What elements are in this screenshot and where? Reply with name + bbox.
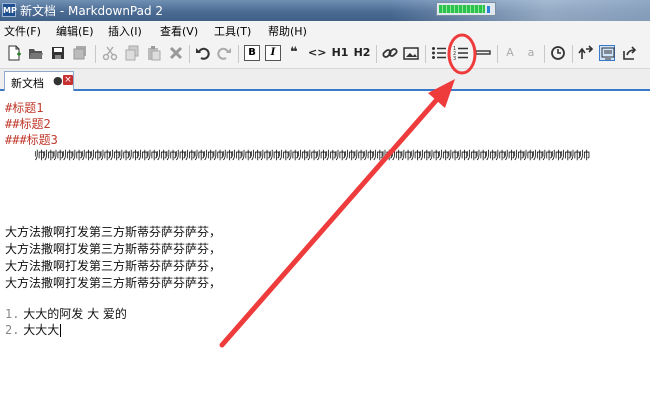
copy-icon[interactable] — [124, 45, 140, 61]
menu-help[interactable]: 帮助(H) — [268, 23, 307, 39]
repeated-text-line: 帅帅帅帅帅帅帅帅帅帅帅帅帅帅帅帅帅帅帅帅帅帅帅帅帅帅帅帅帅帅帅帅帅帅帅帅帅帅帅帅… — [34, 149, 590, 162]
heading-line-2: ##标题2 — [5, 117, 51, 131]
toolbar-separator — [189, 45, 190, 63]
horizontal-rule-icon[interactable] — [475, 45, 491, 61]
toolbar-separator — [425, 45, 426, 63]
export-icon[interactable] — [622, 45, 638, 61]
toolbar-separator — [572, 45, 573, 63]
menu-insert[interactable]: 插入(I) — [108, 23, 142, 39]
cut-icon[interactable] — [102, 45, 118, 61]
save-all-icon[interactable] — [72, 45, 88, 61]
unsaved-indicator: ● — [53, 74, 63, 87]
heading2-icon[interactable]: H2 — [353, 45, 371, 61]
window-title: 新文档 - MarkdownPad 2 — [20, 4, 164, 18]
quote-icon[interactable]: ❝ — [286, 45, 302, 61]
timestamp-icon[interactable] — [550, 45, 566, 61]
toolbar-separator — [95, 45, 96, 63]
unordered-list-icon[interactable] — [431, 45, 447, 61]
lowercase-icon[interactable]: a — [524, 45, 538, 61]
tab-label: 新文档 — [11, 77, 44, 90]
toolbar-separator — [497, 45, 498, 63]
uppercase-icon[interactable]: A — [503, 45, 517, 61]
progress-fill — [439, 5, 485, 13]
save-icon[interactable] — [50, 45, 66, 61]
list-text: 大大的阿发 大 爱的 — [23, 307, 127, 321]
menu-view[interactable]: 查看(V) — [160, 23, 198, 39]
code-icon[interactable]: <> — [308, 45, 326, 61]
editor-pane[interactable]: #标题1 ##标题2 ###标题3 帅帅帅帅帅帅帅帅帅帅帅帅帅帅帅帅帅帅帅帅帅帅… — [0, 91, 650, 420]
svg-text:3: 3 — [453, 56, 456, 61]
undo-icon[interactable] — [195, 45, 211, 61]
redo-icon[interactable] — [216, 45, 232, 61]
list-text: 大大大 — [23, 323, 60, 337]
menu-bar: 文件(F) 编辑(E) 插入(I) 查看(V) 工具(T) 帮助(H) — [0, 21, 650, 39]
swap-panes-icon[interactable] — [578, 45, 594, 61]
link-icon[interactable] — [382, 45, 398, 61]
list-number: 1. — [5, 307, 20, 321]
heading1-icon[interactable]: H1 — [331, 45, 349, 61]
title-bar: MP 新文档 - MarkdownPad 2 — [0, 0, 650, 21]
paragraph-line-1: 大方法撒啊打发第三方斯蒂芬萨芬萨芬， — [5, 225, 222, 239]
open-folder-icon[interactable] — [28, 45, 44, 61]
menu-file[interactable]: 文件(F) — [4, 23, 41, 39]
toolbar-separator — [238, 45, 239, 63]
menu-tools[interactable]: 工具(T) — [214, 23, 251, 39]
italic-icon[interactable]: I — [265, 45, 281, 61]
list-item: 1. 大大的阿发 大 爱的 — [5, 305, 127, 322]
progress-indicator — [436, 2, 496, 16]
ordered-list-icon[interactable]: 123 — [453, 45, 469, 61]
title-bar-background — [390, 0, 650, 21]
toolbar: B I ❝ <> H1 H2 123 A a — [0, 39, 650, 69]
paste-icon[interactable] — [146, 45, 162, 61]
preview-toggle-icon[interactable] — [599, 45, 615, 61]
new-document-icon[interactable] — [6, 45, 22, 61]
heading-line-1: #标题1 — [5, 101, 44, 115]
tab-new-document[interactable]: 新文档 ● × — [4, 71, 74, 91]
app-icon: MP — [2, 3, 17, 17]
paragraph-line-3: 大方法撒啊打发第三方斯蒂芬萨芬萨芬， — [5, 259, 222, 273]
image-icon[interactable] — [403, 45, 419, 61]
list-item: 2. 大大大 — [5, 321, 62, 338]
progress-marker — [487, 6, 490, 13]
toolbar-separator — [544, 45, 545, 63]
bold-icon[interactable]: B — [244, 45, 260, 61]
paragraph-line-2: 大方法撒啊打发第三方斯蒂芬萨芬萨芬， — [5, 242, 222, 256]
paragraph-line-4: 大方法撒啊打发第三方斯蒂芬萨芬萨芬， — [5, 276, 222, 290]
text-caret — [60, 324, 62, 337]
delete-icon[interactable] — [168, 45, 184, 61]
tab-strip: 新文档 ● × — [0, 69, 650, 91]
toolbar-separator — [376, 45, 377, 63]
close-icon[interactable]: × — [63, 75, 73, 85]
list-number: 2. — [5, 323, 20, 337]
heading-line-3: ###标题3 — [5, 133, 58, 147]
menu-edit[interactable]: 编辑(E) — [56, 23, 94, 39]
